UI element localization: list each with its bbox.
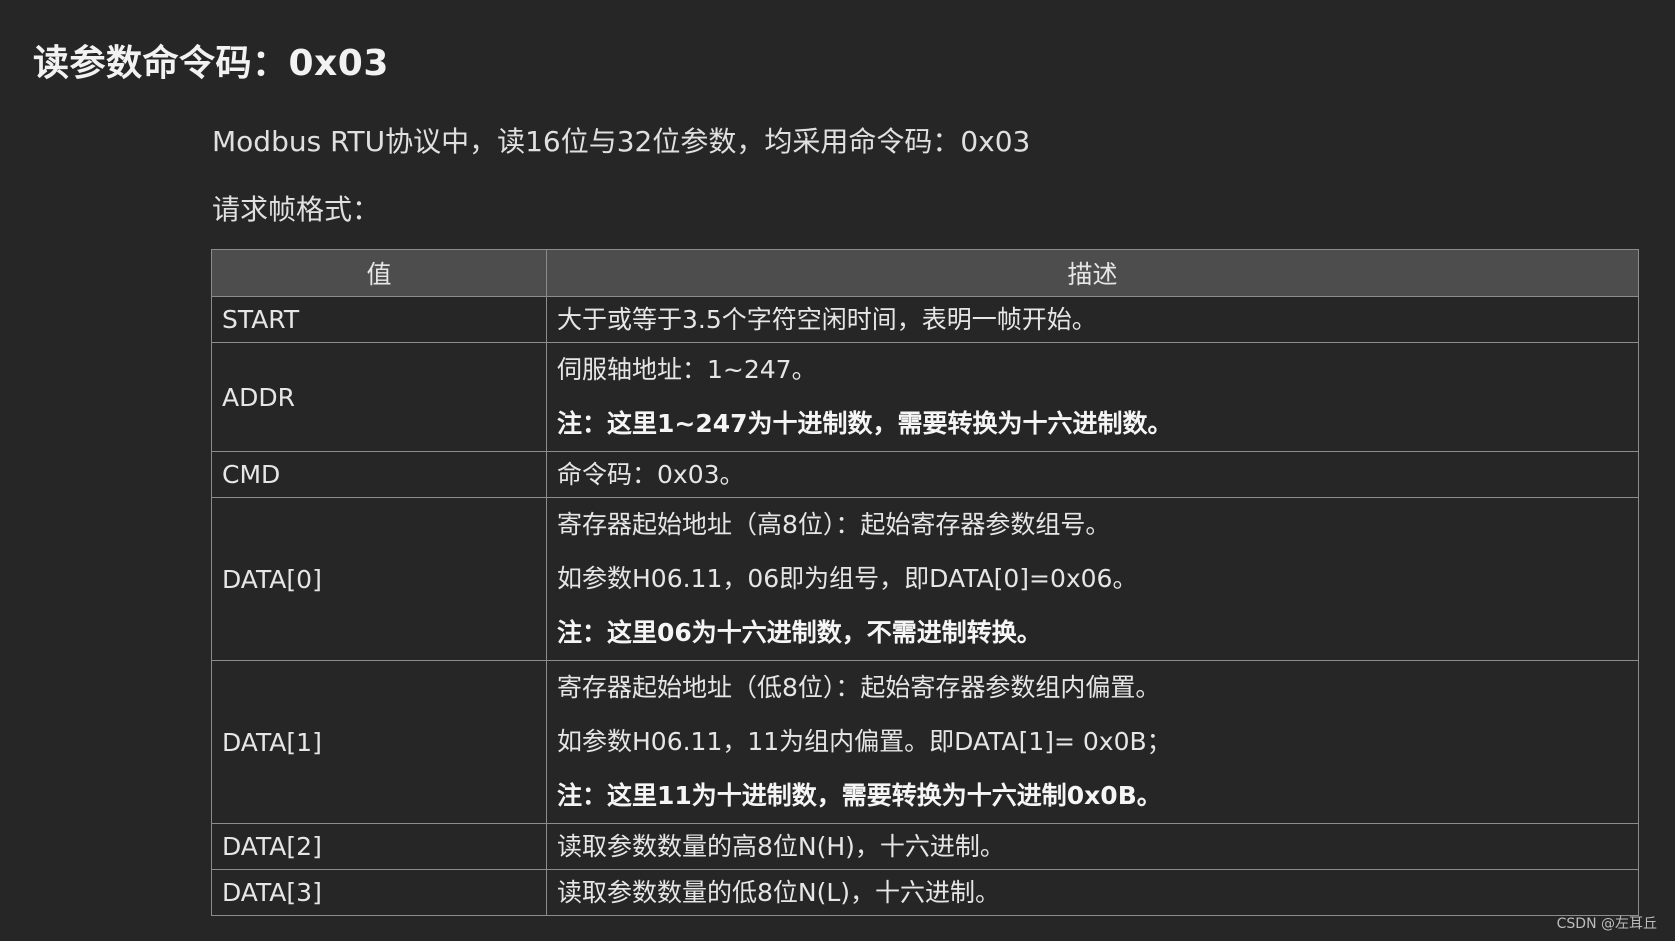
- request-frame-label: 请求帧格式：: [212, 193, 381, 226]
- row-description: 伺服轴地址：1~247。注：这里1~247为十进制数，需要转换为十六进制数。: [546, 342, 1639, 452]
- request-frame-table: 值 描述 START 大于或等于3.5个字符空闲时间，表明一帧开始。 ADDR 伺服轴…: [211, 249, 1639, 916]
- table-row: START 大于或等于3.5个字符空闲时间，表明一帧开始。: [211, 296, 1639, 343]
- row-value: DATA[0]: [211, 497, 547, 661]
- description-line: 命令码：0x03。: [557, 460, 745, 489]
- row-value: DATA[2]: [211, 823, 547, 870]
- header-description: 描述: [546, 249, 1639, 297]
- row-value: DATA[3]: [211, 869, 547, 916]
- row-description: 大于或等于3.5个字符空闲时间，表明一帧开始。: [546, 296, 1639, 343]
- table-row: DATA[0] 寄存器起始地址（高8位）：起始寄存器参数组号。 如参数H06.11，…: [211, 497, 1639, 661]
- row-description: 读取参数数量的低8位N(L)，十六进制。: [546, 869, 1639, 916]
- row-description: 寄存器起始地址（低8位）：起始寄存器参数组内偏置。 如参数H06.11，11为组内…: [546, 660, 1639, 824]
- description-line: 寄存器起始地址（低8位）：起始寄存器参数组内偏置。: [557, 673, 1161, 702]
- description-line: 如参数H06.11，06即为组号，即DATA[0]=0x06。: [557, 564, 1138, 593]
- page-title: 读参数命令码：0x03: [33, 43, 389, 84]
- watermark: CSDN @左耳丘: [1556, 916, 1657, 932]
- description-line: 伺服轴地址：1~247。: [557, 355, 817, 384]
- note-line: 注：这里11为十进制数，需要转换为十六进制0x0B。: [557, 781, 1162, 810]
- description-line: 寄存器起始地址（高8位）：起始寄存器参数组号。: [557, 510, 1111, 539]
- table-row: DATA[2] 读取参数数量的高8位N(H)，十六进制。: [211, 823, 1639, 870]
- row-description: 命令码：0x03。: [546, 451, 1639, 498]
- table-row: CMD 命令码：0x03。: [211, 451, 1639, 498]
- row-value: DATA[1]: [211, 660, 547, 824]
- table-row: ADDR 伺服轴地址：1~247。 注：这里1~247为十进制数，需要转换为十六进制…: [211, 342, 1639, 452]
- description-line: 如参数H06.11，11为组内偏置。即DATA[1]= 0x0B；: [557, 727, 1172, 756]
- row-description: 寄存器起始地址（高8位）：起始寄存器参数组号。 如参数H06.11，06即为组号，…: [546, 497, 1639, 661]
- description-line: 读取参数数量的高8位N(H)，十六进制。: [557, 832, 1005, 861]
- table-row: DATA[1] 寄存器起始地址（低8位）：起始寄存器参数组内偏置。 如参数H06.1…: [211, 660, 1639, 824]
- description-line: 大于或等于3.5个字符空闲时间，表明一帧开始。: [557, 305, 1097, 334]
- row-value: ADDR: [211, 342, 547, 452]
- description-line: 读取参数数量的低8位N(L)，十六进制。: [557, 878, 1001, 907]
- intro-text: Modbus RTU协议中，读16位与32位参数，均采用命令码：0x03: [212, 125, 1031, 158]
- row-description: 读取参数数量的高8位N(H)，十六进制。: [546, 823, 1639, 870]
- row-value: START: [211, 296, 547, 343]
- table-row: DATA[3] 读取参数数量的低8位N(L)，十六进制。: [211, 869, 1639, 916]
- row-value: CMD: [211, 451, 547, 498]
- note-line: 注：这里1~247为十进制数，需要转换为十六进制数。: [557, 409, 1173, 438]
- header-value: 值: [211, 249, 547, 297]
- table-header-row: 值 描述: [211, 249, 1639, 297]
- note-line: 注：这里06为十六进制数，不需进制转换。: [557, 618, 1042, 647]
